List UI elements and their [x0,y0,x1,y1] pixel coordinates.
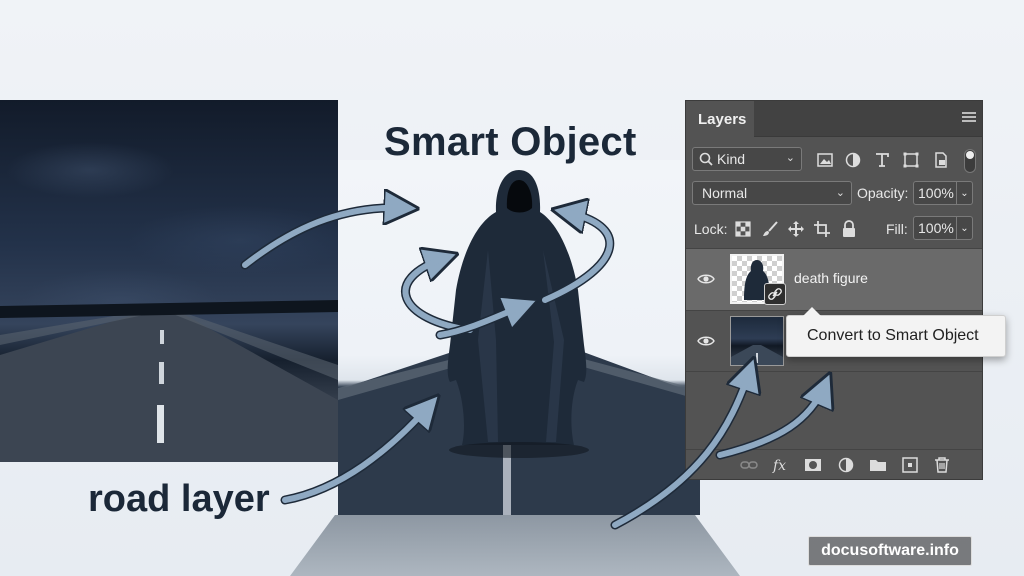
adjustment-layer-icon[interactable] [837,457,855,473]
road-layer-label: road layer [88,478,270,520]
eye-icon[interactable] [697,273,715,285]
shape-filter-icon[interactable] [902,151,920,169]
panel-header: Layers [686,101,982,137]
filter-row: Kind ⌄ [686,145,982,173]
kind-filter-select[interactable]: Kind ⌄ [692,147,802,171]
layer-thumbnail [730,316,784,366]
smart-object-filter-icon[interactable] [932,151,950,169]
chevron-down-icon: ⌄ [835,187,845,199]
blend-row: Normal ⌄ Opacity: 100% ⌄ [686,181,982,207]
watermark: docusoftware.info [808,536,972,566]
tab-layers[interactable]: Layers [686,101,754,137]
lock-label: Lock: [694,221,728,237]
road-photo [0,100,338,462]
chevron-down-icon[interactable]: ⌄ [956,182,972,204]
svg-text:fx: fx [772,458,786,473]
lock-artboard-icon[interactable] [813,220,831,238]
opacity-label: Opacity: [857,185,909,201]
image-filter-icon[interactable] [816,151,834,169]
road-reflection [290,515,740,576]
composite-image [338,160,700,515]
new-layer-icon[interactable] [901,457,919,473]
fill-label: Fill: [886,221,908,237]
kind-filter-label: Kind [717,151,746,167]
layer-name[interactable]: death figure [794,270,868,286]
lock-transparent-icon[interactable] [734,220,752,238]
blend-mode-value: Normal [702,185,748,201]
smart-object-label: Smart Object [384,120,637,164]
eye-icon[interactable] [697,335,715,347]
smart-object-link-icon [764,283,786,305]
link-layers-icon[interactable] [740,457,758,473]
layers-bottom-bar: fx [686,449,982,479]
context-menu-item-label: Convert to Smart Object [807,327,979,344]
trash-icon[interactable] [933,457,951,473]
chevron-down-icon[interactable]: ⌄ [956,217,972,239]
group-folder-icon[interactable] [869,457,887,473]
type-filter-icon[interactable] [873,151,891,169]
chevron-down-icon: ⌄ [785,152,795,164]
lock-row: Lock: Fill: 100% ⌄ [686,216,982,242]
filter-toggle[interactable] [964,149,976,173]
lock-position-icon[interactable] [787,220,805,238]
opacity-field[interactable]: 100% ⌄ [913,181,973,205]
opacity-value: 100% [918,185,954,201]
panel-menu-icon[interactable] [962,112,976,124]
layers-panel: Layers Kind ⌄ Normal ⌄ Opacity: 100% ⌄ L… [685,100,983,480]
lock-all-icon[interactable] [840,220,858,238]
lock-image-icon[interactable] [761,220,779,238]
layer-row-death-figure[interactable]: death figure [686,248,982,310]
context-menu-convert-to-smart-object[interactable]: Convert to Smart Object [786,307,1006,357]
fx-icon[interactable]: fx [772,457,790,473]
blend-mode-select[interactable]: Normal ⌄ [692,181,852,205]
mask-icon[interactable] [804,457,822,473]
fill-value: 100% [918,220,954,236]
fill-field[interactable]: 100% ⌄ [913,216,973,240]
search-icon [699,152,713,166]
adjustment-filter-icon[interactable] [844,151,862,169]
